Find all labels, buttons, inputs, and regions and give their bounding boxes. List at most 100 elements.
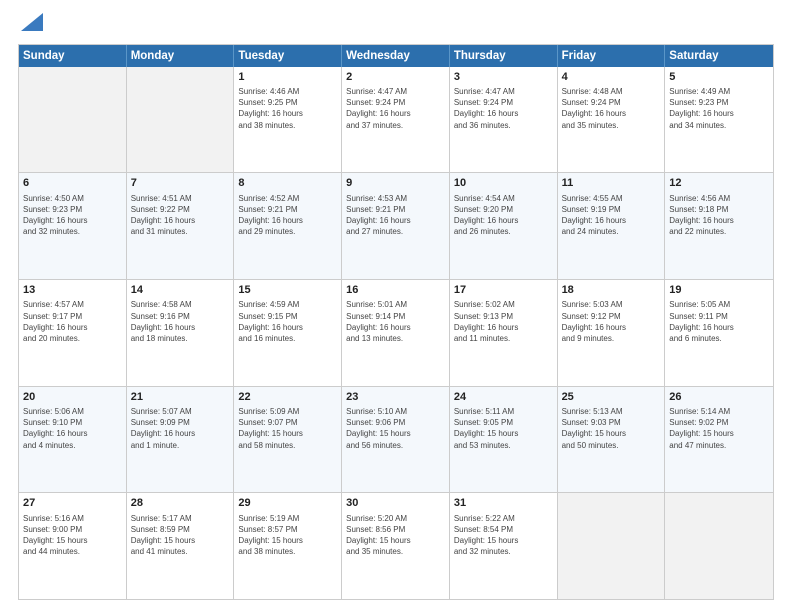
- day-cell-27: 27Sunrise: 5:16 AM Sunset: 9:00 PM Dayli…: [19, 493, 127, 599]
- day-cell-5: 5 Sunrise: 4:49 AM Sunset: 9:23 PM Daylig…: [665, 67, 773, 173]
- header-day-tuesday: Tuesday: [234, 45, 342, 67]
- day-info: Sunrise: 4:57 AM Sunset: 9:17 PM Dayligh…: [23, 299, 122, 344]
- day-info: Sunrise: 5:13 AM Sunset: 9:03 PM Dayligh…: [562, 406, 661, 451]
- day-number: 19: [669, 283, 769, 297]
- header: [18, 16, 774, 36]
- day-number: 4: [562, 70, 661, 84]
- calendar-row-2: 6 Sunrise: 4:50 AM Sunset: 9:23 PM Daylig…: [19, 173, 773, 280]
- day-number: 21: [131, 390, 230, 404]
- day-number: 18: [562, 283, 661, 297]
- day-info: Sunrise: 5:11 AM Sunset: 9:05 PM Dayligh…: [454, 406, 553, 451]
- day-info: Sunrise: 4:51 AM Sunset: 9:22 PM Dayligh…: [131, 193, 230, 238]
- day-number: 24: [454, 390, 553, 404]
- day-cell-1: 1 Sunrise: 4:46 AM Sunset: 9:25 PM Daylig…: [234, 67, 342, 173]
- day-cell-6: 6 Sunrise: 4:50 AM Sunset: 9:23 PM Daylig…: [19, 173, 127, 279]
- header-day-wednesday: Wednesday: [342, 45, 450, 67]
- day-number: 5: [669, 70, 769, 84]
- day-number: 9: [346, 176, 445, 190]
- logo: [18, 16, 43, 36]
- calendar-body: 1 Sunrise: 4:46 AM Sunset: 9:25 PM Daylig…: [19, 67, 773, 599]
- day-cell-9: 9 Sunrise: 4:53 AM Sunset: 9:21 PM Daylig…: [342, 173, 450, 279]
- calendar-row-1: 1 Sunrise: 4:46 AM Sunset: 9:25 PM Daylig…: [19, 67, 773, 174]
- day-cell-28: 28 Sunrise: 5:17 AM Sunset: 8:59 PM Dayli…: [127, 493, 235, 599]
- logo-icon: [21, 13, 43, 31]
- day-number: 11: [562, 176, 661, 190]
- day-number: 8: [238, 176, 337, 190]
- day-cell-13: 13 Sunrise: 4:57 AM Sunset: 9:17 PM Dayli…: [19, 280, 127, 386]
- day-info: Sunrise: 5:09 AM Sunset: 9:07 PM Dayligh…: [238, 406, 337, 451]
- day-info: Sunrise: 5:22 AM Sunset: 8:54 PM Dayligh…: [454, 513, 553, 558]
- day-info: Sunrise: 5:19 AM Sunset: 8:57 PM Dayligh…: [238, 513, 337, 558]
- day-info: Sunrise: 5:17 AM Sunset: 8:59 PM Dayligh…: [131, 513, 230, 558]
- day-number: 2: [346, 70, 445, 84]
- day-cell-25: 25 Sunrise: 5:13 AM Sunset: 9:03 PM Dayli…: [558, 387, 666, 493]
- day-cell-15: 15Sunrise: 4:59 AM Sunset: 9:15 PM Dayli…: [234, 280, 342, 386]
- day-number: 26: [669, 390, 769, 404]
- day-info: Sunrise: 5:03 AM Sunset: 9:12 PM Dayligh…: [562, 299, 661, 344]
- header-day-sunday: Sunday: [19, 45, 127, 67]
- day-number: 13: [23, 283, 122, 297]
- day-cell-18: 18 Sunrise: 5:03 AM Sunset: 9:12 PM Dayli…: [558, 280, 666, 386]
- calendar-header: SundayMondayTuesdayWednesdayThursdayFrid…: [19, 45, 773, 67]
- day-info: Sunrise: 4:52 AM Sunset: 9:21 PM Dayligh…: [238, 193, 337, 238]
- empty-cell: [665, 493, 773, 599]
- header-day-thursday: Thursday: [450, 45, 558, 67]
- header-day-saturday: Saturday: [665, 45, 773, 67]
- day-cell-10: 10 Sunrise: 4:54 AM Sunset: 9:20 PM Dayli…: [450, 173, 558, 279]
- day-cell-24: 24 Sunrise: 5:11 AM Sunset: 9:05 PM Dayli…: [450, 387, 558, 493]
- calendar-row-5: 27Sunrise: 5:16 AM Sunset: 9:00 PM Dayli…: [19, 493, 773, 599]
- day-info: Sunrise: 4:56 AM Sunset: 9:18 PM Dayligh…: [669, 193, 769, 238]
- day-cell-23: 23 Sunrise: 5:10 AM Sunset: 9:06 PM Dayli…: [342, 387, 450, 493]
- day-number: 25: [562, 390, 661, 404]
- day-number: 15: [238, 283, 337, 297]
- day-number: 22: [238, 390, 337, 404]
- day-number: 30: [346, 496, 445, 510]
- day-info: Sunrise: 5:07 AM Sunset: 9:09 PM Dayligh…: [131, 406, 230, 451]
- day-number: 14: [131, 283, 230, 297]
- day-number: 28: [131, 496, 230, 510]
- header-day-monday: Monday: [127, 45, 235, 67]
- header-day-friday: Friday: [558, 45, 666, 67]
- day-number: 1: [238, 70, 337, 84]
- day-number: 29: [238, 496, 337, 510]
- day-cell-11: 11 Sunrise: 4:55 AM Sunset: 9:19 PM Dayli…: [558, 173, 666, 279]
- day-number: 7: [131, 176, 230, 190]
- day-info: Sunrise: 4:50 AM Sunset: 9:23 PM Dayligh…: [23, 193, 122, 238]
- day-cell-7: 7 Sunrise: 4:51 AM Sunset: 9:22 PM Daylig…: [127, 173, 235, 279]
- day-cell-12: 12 Sunrise: 4:56 AM Sunset: 9:18 PM Dayli…: [665, 173, 773, 279]
- day-cell-30: 30Sunrise: 5:20 AM Sunset: 8:56 PM Dayli…: [342, 493, 450, 599]
- day-info: Sunrise: 4:53 AM Sunset: 9:21 PM Dayligh…: [346, 193, 445, 238]
- day-info: Sunrise: 5:05 AM Sunset: 9:11 PM Dayligh…: [669, 299, 769, 344]
- day-cell-19: 19 Sunrise: 5:05 AM Sunset: 9:11 PM Dayli…: [665, 280, 773, 386]
- day-cell-21: 21 Sunrise: 5:07 AM Sunset: 9:09 PM Dayli…: [127, 387, 235, 493]
- day-number: 31: [454, 496, 553, 510]
- day-info: Sunrise: 4:58 AM Sunset: 9:16 PM Dayligh…: [131, 299, 230, 344]
- day-info: Sunrise: 4:46 AM Sunset: 9:25 PM Dayligh…: [238, 86, 337, 131]
- day-cell-4: 4 Sunrise: 4:48 AM Sunset: 9:24 PM Daylig…: [558, 67, 666, 173]
- empty-cell: [558, 493, 666, 599]
- day-info: Sunrise: 5:10 AM Sunset: 9:06 PM Dayligh…: [346, 406, 445, 451]
- day-cell-17: 17 Sunrise: 5:02 AM Sunset: 9:13 PM Dayli…: [450, 280, 558, 386]
- day-info: Sunrise: 4:54 AM Sunset: 9:20 PM Dayligh…: [454, 193, 553, 238]
- day-info: Sunrise: 4:49 AM Sunset: 9:23 PM Dayligh…: [669, 86, 769, 131]
- day-info: Sunrise: 5:01 AM Sunset: 9:14 PM Dayligh…: [346, 299, 445, 344]
- day-cell-26: 26Sunrise: 5:14 AM Sunset: 9:02 PM Dayli…: [665, 387, 773, 493]
- day-number: 17: [454, 283, 553, 297]
- day-number: 12: [669, 176, 769, 190]
- day-cell-16: 16Sunrise: 5:01 AM Sunset: 9:14 PM Dayli…: [342, 280, 450, 386]
- day-number: 6: [23, 176, 122, 190]
- day-number: 23: [346, 390, 445, 404]
- day-info: Sunrise: 4:55 AM Sunset: 9:19 PM Dayligh…: [562, 193, 661, 238]
- day-info: Sunrise: 4:48 AM Sunset: 9:24 PM Dayligh…: [562, 86, 661, 131]
- day-cell-3: 3Sunrise: 4:47 AM Sunset: 9:24 PM Daylig…: [450, 67, 558, 173]
- day-number: 27: [23, 496, 122, 510]
- day-number: 20: [23, 390, 122, 404]
- day-info: Sunrise: 5:06 AM Sunset: 9:10 PM Dayligh…: [23, 406, 122, 451]
- calendar-row-3: 13 Sunrise: 4:57 AM Sunset: 9:17 PM Dayli…: [19, 280, 773, 387]
- day-cell-8: 8 Sunrise: 4:52 AM Sunset: 9:21 PM Daylig…: [234, 173, 342, 279]
- calendar-row-4: 20 Sunrise: 5:06 AM Sunset: 9:10 PM Dayli…: [19, 387, 773, 494]
- page: SundayMondayTuesdayWednesdayThursdayFrid…: [0, 0, 792, 612]
- day-number: 10: [454, 176, 553, 190]
- day-info: Sunrise: 4:47 AM Sunset: 9:24 PM Dayligh…: [454, 86, 553, 131]
- day-info: Sunrise: 5:02 AM Sunset: 9:13 PM Dayligh…: [454, 299, 553, 344]
